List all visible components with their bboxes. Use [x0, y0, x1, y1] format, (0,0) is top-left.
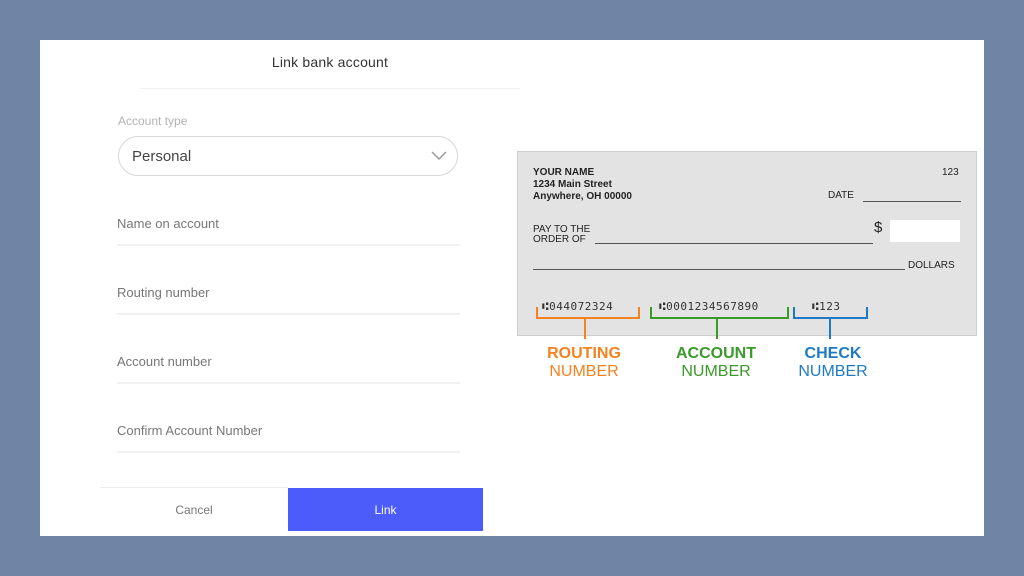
name-on-account-label: Name on account — [117, 216, 219, 231]
routing-bracket-stem — [584, 319, 586, 339]
account-callout-title: ACCOUNT — [676, 345, 756, 362]
field-underline — [117, 313, 460, 315]
pay-to-label-2: ORDER OF — [533, 234, 586, 245]
routing-callout-title: ROUTING — [547, 345, 621, 362]
account-callout: ACCOUNT NUMBER — [656, 345, 776, 381]
field-underline — [117, 451, 460, 453]
routing-number-label: Routing number — [117, 285, 210, 300]
check-bracket-stem — [829, 319, 831, 339]
routing-bracket — [536, 307, 640, 319]
name-on-account-field[interactable]: Name on account — [117, 216, 460, 246]
check-callout-title: CHECK — [804, 345, 862, 362]
dollar-sign: $ — [874, 219, 883, 236]
routing-number-field[interactable]: Routing number — [117, 285, 460, 315]
form-title: Link bank account — [271, 54, 389, 70]
title-divider — [140, 88, 520, 89]
main-panel: Link bank account Account type Personal … — [40, 40, 984, 536]
amount-box — [890, 220, 960, 242]
dollars-label: DOLLARS — [908, 260, 955, 271]
check-callout-subtitle: NUMBER — [798, 363, 868, 380]
account-bracket — [650, 307, 789, 319]
date-line — [863, 201, 961, 202]
cancel-button-label: Cancel — [175, 503, 213, 517]
account-number-field[interactable]: Account number — [117, 354, 460, 384]
link-button[interactable]: Link — [288, 488, 483, 531]
confirm-account-number-label: Confirm Account Number — [117, 423, 263, 438]
field-underline — [117, 244, 460, 246]
account-type-label: Account type — [118, 114, 188, 128]
confirm-account-number-field[interactable]: Confirm Account Number — [117, 423, 460, 453]
account-type-value: Personal — [132, 148, 192, 165]
date-label: DATE — [828, 190, 854, 201]
account-type-select[interactable]: Personal — [118, 136, 458, 176]
account-callout-subtitle: NUMBER — [681, 363, 751, 380]
check-callout: CHECK NUMBER — [773, 345, 893, 381]
routing-callout: ROUTING NUMBER — [524, 345, 644, 381]
cancel-button[interactable]: Cancel — [100, 488, 288, 531]
check-number: 123 — [942, 167, 959, 178]
routing-callout-subtitle: NUMBER — [549, 363, 619, 380]
check-address-line1: 1234 Main Street — [533, 179, 612, 190]
account-number-label: Account number — [117, 354, 212, 369]
chevron-down-icon — [431, 151, 447, 161]
check-name: YOUR NAME — [533, 167, 595, 178]
written-amount-line — [533, 269, 905, 270]
account-bracket-stem — [716, 319, 718, 339]
link-button-label: Link — [374, 503, 397, 517]
field-underline — [117, 382, 460, 384]
check-bracket — [793, 307, 868, 319]
check-address-line2: Anywhere, OH 00000 — [533, 191, 632, 202]
payee-line — [595, 243, 873, 244]
